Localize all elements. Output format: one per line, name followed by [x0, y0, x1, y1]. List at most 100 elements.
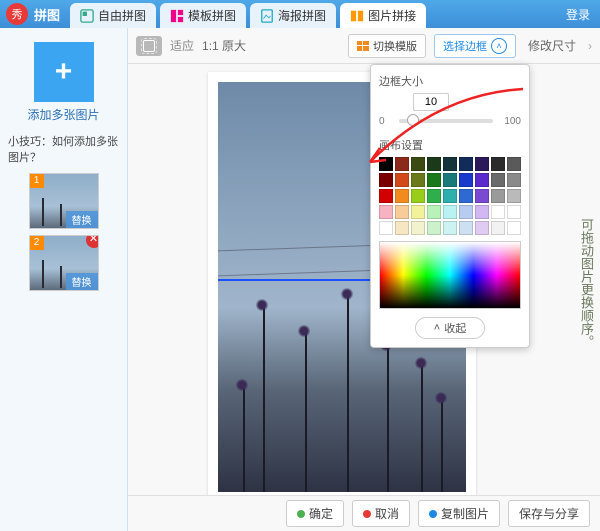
color-swatch[interactable]	[443, 205, 457, 219]
color-swatch[interactable]	[443, 173, 457, 187]
color-swatch[interactable]	[475, 189, 489, 203]
border-popover: 边框大小 10 0 100 画布设置 ˄ 收起	[370, 64, 530, 348]
color-swatch[interactable]	[427, 221, 441, 235]
switch-template-label: 切换模版	[373, 38, 417, 54]
slider-handle[interactable]	[407, 114, 419, 126]
color-swatch[interactable]	[491, 221, 505, 235]
color-swatch[interactable]	[427, 157, 441, 171]
free-collage-icon	[80, 9, 94, 23]
color-swatch[interactable]	[459, 157, 473, 171]
switch-template-button[interactable]: 切换模版	[348, 34, 426, 58]
color-swatch[interactable]	[395, 221, 409, 235]
color-swatch[interactable]	[411, 221, 425, 235]
close-icon	[363, 510, 371, 518]
color-swatch[interactable]	[395, 189, 409, 203]
color-swatch[interactable]	[395, 205, 409, 219]
color-swatch[interactable]	[427, 173, 441, 187]
color-spectrum[interactable]	[379, 241, 521, 309]
select-border-label: 选择边框	[443, 38, 487, 54]
chevron-up-icon: ˄	[491, 38, 507, 54]
color-swatch[interactable]	[475, 205, 489, 219]
replace-button[interactable]: 替换	[66, 211, 98, 228]
thumbnail-item[interactable]: 2 ✕ 替换	[29, 235, 99, 291]
color-swatch[interactable]	[379, 157, 393, 171]
color-swatch[interactable]	[507, 173, 521, 187]
color-swatch[interactable]	[491, 173, 505, 187]
color-swatch[interactable]	[491, 189, 505, 203]
select-border-button[interactable]: 选择边框 ˄	[434, 34, 516, 58]
tab-image-stitch[interactable]: 图片拼接	[340, 3, 426, 28]
color-swatch[interactable]	[379, 205, 393, 219]
remove-thumbnail-icon[interactable]: ✕	[86, 235, 99, 248]
color-swatch[interactable]	[379, 221, 393, 235]
chevron-up-icon: ˄	[434, 322, 440, 334]
save-share-button[interactable]: 保存与分享	[508, 500, 590, 527]
cancel-button[interactable]: 取消	[352, 500, 410, 527]
ok-button[interactable]: 确定	[286, 500, 344, 527]
toolbar: 适应 1:1 原大 切换模版 选择边框 ˄ 修改尺寸 ›	[128, 28, 600, 64]
tab-free-collage[interactable]: 自由拼图	[70, 3, 156, 28]
add-images-button[interactable]: +	[34, 42, 94, 102]
tab-label: 模板拼图	[188, 7, 236, 24]
color-swatch[interactable]	[507, 189, 521, 203]
grid-icon	[357, 41, 369, 51]
border-size-input[interactable]: 10	[413, 93, 449, 111]
color-swatch[interactable]	[475, 173, 489, 187]
color-swatch[interactable]	[411, 173, 425, 187]
color-swatch[interactable]	[443, 221, 457, 235]
tab-label: 海报拼图	[278, 7, 326, 24]
fit-label: 适应	[170, 37, 194, 54]
border-size-slider[interactable]: 0 100	[379, 111, 521, 131]
fit-button[interactable]	[136, 36, 162, 56]
color-swatch[interactable]	[395, 157, 409, 171]
handwritten-note: 可拖动图片更换顺序。	[578, 218, 594, 348]
app-title: 拼图	[34, 5, 60, 24]
color-swatch[interactable]	[427, 189, 441, 203]
color-swatch[interactable]	[459, 205, 473, 219]
replace-button[interactable]: 替换	[66, 273, 98, 290]
login-link[interactable]: 登录	[566, 6, 590, 23]
color-swatch[interactable]	[459, 189, 473, 203]
chevron-right-icon: ›	[588, 39, 592, 53]
thumbnail-list: 1 替换 2 ✕ 替换	[8, 173, 119, 291]
main: + 添加多张图片 小技巧：如何添加多张图片？ 1 替换 2 ✕ 替换 适应 1:…	[0, 28, 600, 531]
color-swatch[interactable]	[491, 205, 505, 219]
color-swatch[interactable]	[443, 189, 457, 203]
color-swatch[interactable]	[443, 157, 457, 171]
image-stitch-icon	[350, 9, 364, 23]
color-swatch[interactable]	[379, 189, 393, 203]
color-swatch[interactable]	[427, 205, 441, 219]
resize-button[interactable]: 修改尺寸	[524, 37, 580, 54]
color-swatch[interactable]	[379, 173, 393, 187]
tip-link[interactable]: 小技巧：如何添加多张图片？	[8, 133, 119, 165]
color-swatch[interactable]	[411, 189, 425, 203]
add-images-label[interactable]: 添加多张图片	[8, 106, 119, 123]
plus-icon: +	[55, 57, 73, 87]
color-swatch[interactable]	[507, 157, 521, 171]
color-swatch[interactable]	[459, 173, 473, 187]
slider-max: 100	[497, 116, 521, 127]
app-logo-icon: 秀	[6, 3, 28, 25]
color-swatch[interactable]	[475, 157, 489, 171]
collapse-label: 收起	[444, 320, 466, 336]
color-swatch[interactable]	[507, 221, 521, 235]
tab-poster-collage[interactable]: 海报拼图	[250, 3, 336, 28]
footer: 确定 取消 复制图片 保存与分享	[128, 495, 600, 531]
slider-track[interactable]	[399, 119, 493, 123]
color-swatch[interactable]	[507, 205, 521, 219]
collapse-button[interactable]: ˄ 收起	[415, 317, 485, 339]
copy-image-button[interactable]: 复制图片	[418, 500, 500, 527]
template-collage-icon	[170, 9, 184, 23]
tabbar: 自由拼图 模板拼图 海报拼图 图片拼接	[70, 0, 566, 28]
tab-template-collage[interactable]: 模板拼图	[160, 3, 246, 28]
color-swatch[interactable]	[395, 173, 409, 187]
color-swatch[interactable]	[475, 221, 489, 235]
titlebar: 秀 拼图 自由拼图 模板拼图 海报拼图 图片拼接 登录	[0, 0, 600, 28]
color-swatches	[379, 157, 521, 235]
color-swatch[interactable]	[411, 157, 425, 171]
copy-icon	[429, 510, 437, 518]
thumbnail-item[interactable]: 1 替换	[29, 173, 99, 229]
color-swatch[interactable]	[491, 157, 505, 171]
color-swatch[interactable]	[411, 205, 425, 219]
color-swatch[interactable]	[459, 221, 473, 235]
